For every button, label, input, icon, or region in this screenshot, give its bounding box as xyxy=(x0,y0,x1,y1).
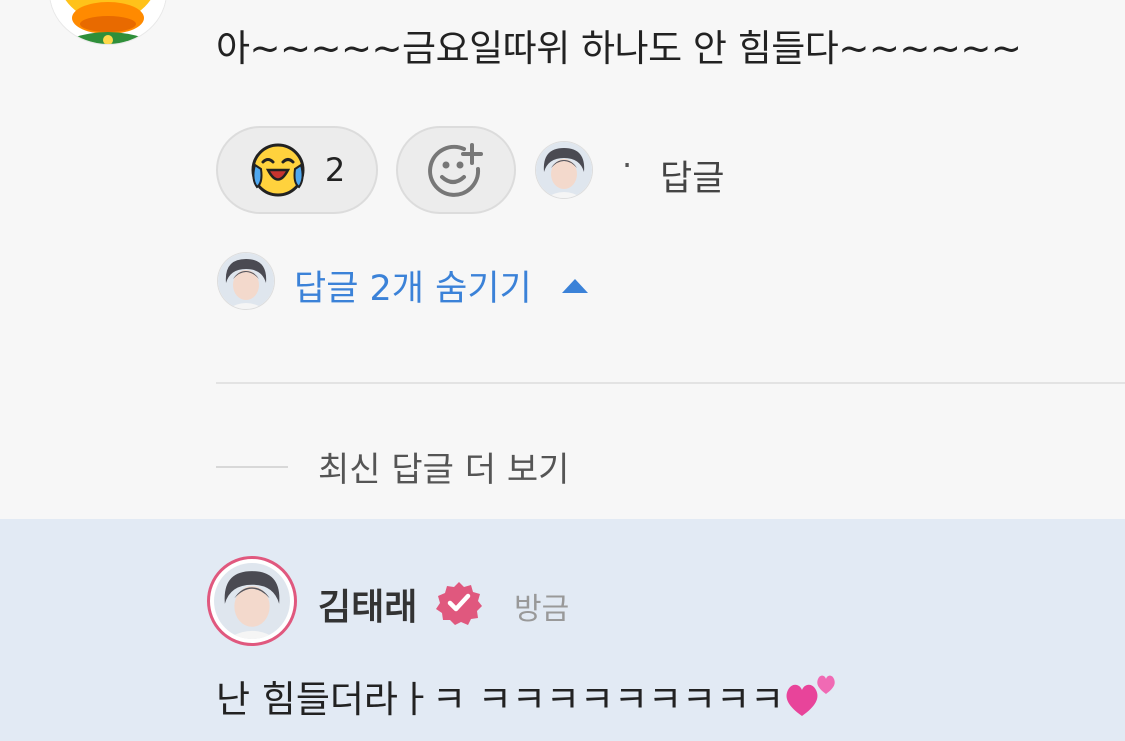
reply-timestamp: 방금 xyxy=(514,592,570,627)
commenter-avatar[interactable] xyxy=(50,0,166,44)
separator-dot: · xyxy=(622,146,633,184)
reply-avatar[interactable] xyxy=(207,556,297,646)
two-hearts-icon xyxy=(786,675,835,716)
author-avatar[interactable] xyxy=(536,142,592,198)
add-reaction-button[interactable] xyxy=(396,126,516,214)
reply-author-avatar xyxy=(218,253,274,309)
comment-text: 아~~~~~금요일따위 하나도 안 힘들다~~~~~~ xyxy=(216,27,1022,70)
add-reaction-icon xyxy=(428,143,483,197)
more-replies-line xyxy=(216,466,288,468)
laughing-crying-emoji-icon xyxy=(251,143,305,197)
hide-replies-toggle[interactable]: 답글 2개 숨기기 xyxy=(294,260,532,311)
divider xyxy=(216,382,1125,384)
view-more-replies-button[interactable]: 최신 답글 더 보기 xyxy=(318,442,569,491)
reply-text: 난 힘들더라ㅏㅋ ㅋㅋㅋㅋㅋㅋㅋㅋㅋ xyxy=(216,668,840,723)
reply-text-content: 난 힘들더라ㅏㅋ ㅋㅋㅋㅋㅋㅋㅋㅋㅋ xyxy=(216,678,785,721)
verified-badge-icon xyxy=(436,582,482,625)
chevron-up-icon[interactable] xyxy=(562,279,588,293)
reply-button[interactable]: 답글 xyxy=(660,150,724,201)
reply-author-name[interactable]: 김태래 xyxy=(318,578,417,630)
reaction-count: 2 xyxy=(324,151,346,189)
laugh-cry-reaction-button[interactable]: 2 xyxy=(216,126,378,214)
